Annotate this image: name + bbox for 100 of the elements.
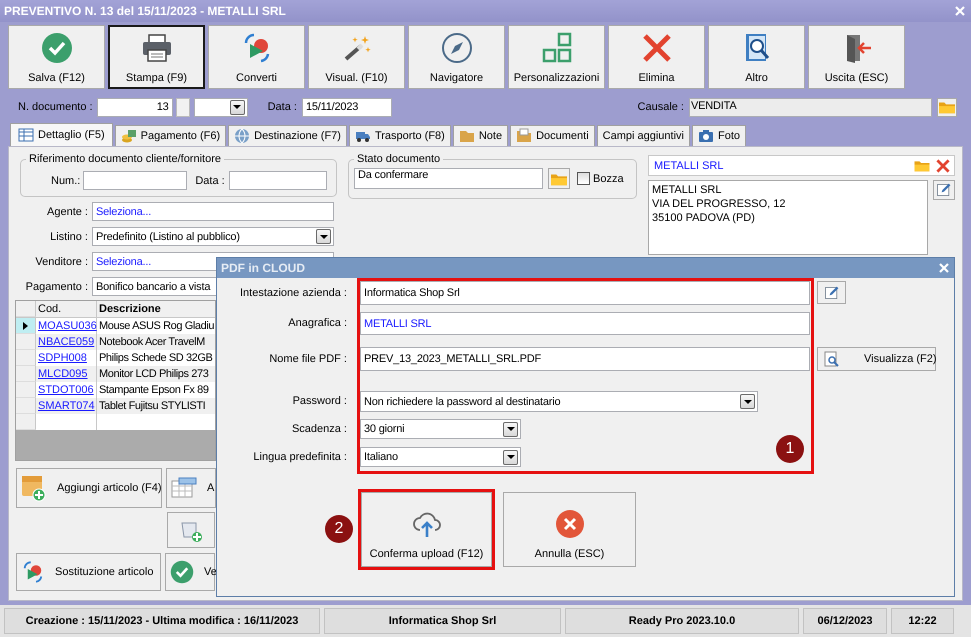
script-add-button[interactable] [167, 512, 215, 548]
checkbox-label: Bozza [593, 172, 624, 184]
field-label: Anagrafica : [287, 316, 348, 331]
replace-item-button[interactable]: Sostituzione articolo [16, 553, 161, 591]
view-button[interactable]: Visual. (F10) [308, 25, 405, 89]
number-field[interactable] [83, 171, 188, 190]
tab[interactable]: Documenti [510, 125, 595, 146]
field-label: N. documento : [18, 101, 93, 113]
field-label: Pagamento : [24, 280, 89, 292]
suffix-field[interactable] [176, 98, 190, 116]
dropdown-button[interactable] [230, 100, 245, 114]
close-icon [955, 6, 965, 16]
dropdown-button[interactable] [503, 422, 518, 436]
more-button[interactable]: Altro [708, 25, 805, 89]
convert-button[interactable]: Converti [208, 25, 305, 89]
field-label: Venditore : [34, 256, 89, 268]
status-text: Creazione : 15/11/2023 - Ultima modifica : 16/11/2023 [4, 608, 320, 634]
tab[interactable]: Pagamento (F6) [114, 125, 226, 146]
check-button[interactable]: Ve [165, 553, 215, 591]
printer-icon [140, 32, 172, 64]
item-code-link[interactable]: SMART074 [38, 400, 95, 412]
field-label: Nome file PDF : [268, 352, 348, 367]
edit-icon [824, 284, 840, 300]
cross-icon [640, 32, 672, 64]
column-header[interactable]: Descrizione [97, 301, 215, 317]
item-code-link[interactable]: SDPH008 [38, 352, 87, 364]
edit-button[interactable] [933, 180, 955, 200]
save-button[interactable]: Salva (F12) [8, 25, 105, 89]
field-label: Num.: [51, 174, 80, 186]
input-field[interactable]: Italiano [360, 447, 521, 467]
status-text: Informatica Shop Srl [324, 608, 561, 634]
exit-button[interactable]: Uscita (ESC) [808, 25, 905, 89]
window-title: PREVENTIVO N. 13 del 15/11/2023 - METALLI SRL [4, 4, 286, 18]
input-field[interactable]: PREV_13_2023_METALLI_SRL.PDF [360, 347, 810, 371]
field-label: Data : [195, 174, 225, 186]
column-header[interactable]: Cod. [36, 301, 97, 317]
status-text: Ready Pro 2023.10.0 [565, 608, 799, 634]
input-field[interactable]: Seleziona... [92, 202, 334, 221]
item-code-link[interactable]: MOASU036 [38, 320, 97, 332]
input-field[interactable]: METALLI SRL [360, 312, 810, 335]
table-cell-text: Mouse ASUS Rog Gladiu [98, 319, 216, 334]
item-code-link[interactable]: STDOT006 [38, 384, 94, 396]
table-icon [171, 477, 197, 499]
browse-button[interactable] [937, 98, 957, 116]
print-button[interactable]: Stampa (F9) [108, 25, 205, 89]
input-field[interactable]: Informatica Shop Srl [360, 281, 810, 305]
check-icon [40, 32, 72, 64]
check-icon [170, 560, 194, 584]
table-icon [18, 127, 34, 143]
row-indicator[interactable] [16, 318, 36, 334]
edit-icon [936, 182, 952, 198]
cross-icon [935, 158, 951, 174]
reason-field[interactable]: VENDITA [689, 98, 932, 116]
tab[interactable]: Dettaglio (F5) [10, 123, 113, 146]
date-field[interactable] [228, 171, 327, 190]
status-field[interactable]: Da confermare [354, 168, 543, 189]
date-field[interactable]: 15/11/2023 [302, 98, 392, 116]
browse-button[interactable] [548, 168, 570, 189]
dropdown-button[interactable] [740, 394, 755, 409]
group-label: Riferimento documento cliente/fornitore [28, 153, 222, 165]
table-cell-text: Monitor LCD Philips 273 [98, 367, 210, 382]
tab[interactable]: Trasporto (F8) [348, 125, 451, 146]
table-button[interactable]: A [166, 468, 216, 508]
add-item-button[interactable]: Aggiungi articolo (F4) [16, 468, 162, 508]
field-label: Scadenza : [290, 422, 348, 437]
table-cell-text: Philips Schede SD 32GB [98, 351, 214, 366]
tab[interactable]: Foto [692, 125, 746, 146]
close-button[interactable] [939, 263, 949, 273]
document-search-icon [824, 351, 840, 367]
series-dropdown[interactable] [194, 98, 248, 116]
tab[interactable]: Campi aggiuntivi [596, 125, 690, 146]
input-field[interactable]: 30 giorni [360, 419, 521, 439]
input-field[interactable]: Non richiedere la password al destinatario [360, 391, 758, 412]
navigator-button[interactable]: Navigatore [408, 25, 505, 89]
preview-button[interactable]: Visualizza (F2) [817, 347, 936, 371]
remove-button[interactable] [935, 158, 951, 174]
item-code-link[interactable]: MLCD095 [38, 368, 88, 380]
cancel-button[interactable]: Annulla (ESC) [503, 492, 636, 567]
customize-button[interactable]: Personalizzazioni [508, 25, 605, 89]
dropdown-button[interactable] [503, 450, 518, 464]
address-box[interactable]: METALLI SRL VIA DEL PROGRESSO, 12 35100 PADOVA (PD) [648, 180, 928, 255]
close-button[interactable] [955, 6, 965, 16]
customer-field[interactable]: METALLI SRL [648, 155, 955, 176]
dropdown-button[interactable] [316, 229, 331, 244]
input-field[interactable]: Predefinito (Listino al pubblico) [92, 227, 334, 246]
field-label: Password : [292, 394, 348, 409]
confirm-upload-button[interactable]: Conferma upload (F12) [361, 492, 492, 567]
close-icon [939, 263, 949, 273]
callout-badge: 2 [325, 515, 353, 543]
table-cell-text: Stampante Epson Fx 89 [98, 383, 210, 398]
item-code-link[interactable]: NBACE059 [38, 336, 94, 348]
delete-button[interactable]: Elimina [608, 25, 705, 89]
edit-button[interactable] [817, 281, 846, 304]
globe-icon [234, 128, 250, 144]
tab[interactable]: Note [452, 125, 508, 146]
tab[interactable]: Destinazione (F7) [228, 125, 347, 146]
field-label: Data : [268, 101, 297, 113]
checkbox[interactable] [577, 172, 590, 185]
number-field[interactable]: 13 [96, 98, 173, 116]
squares-icon [540, 32, 572, 64]
